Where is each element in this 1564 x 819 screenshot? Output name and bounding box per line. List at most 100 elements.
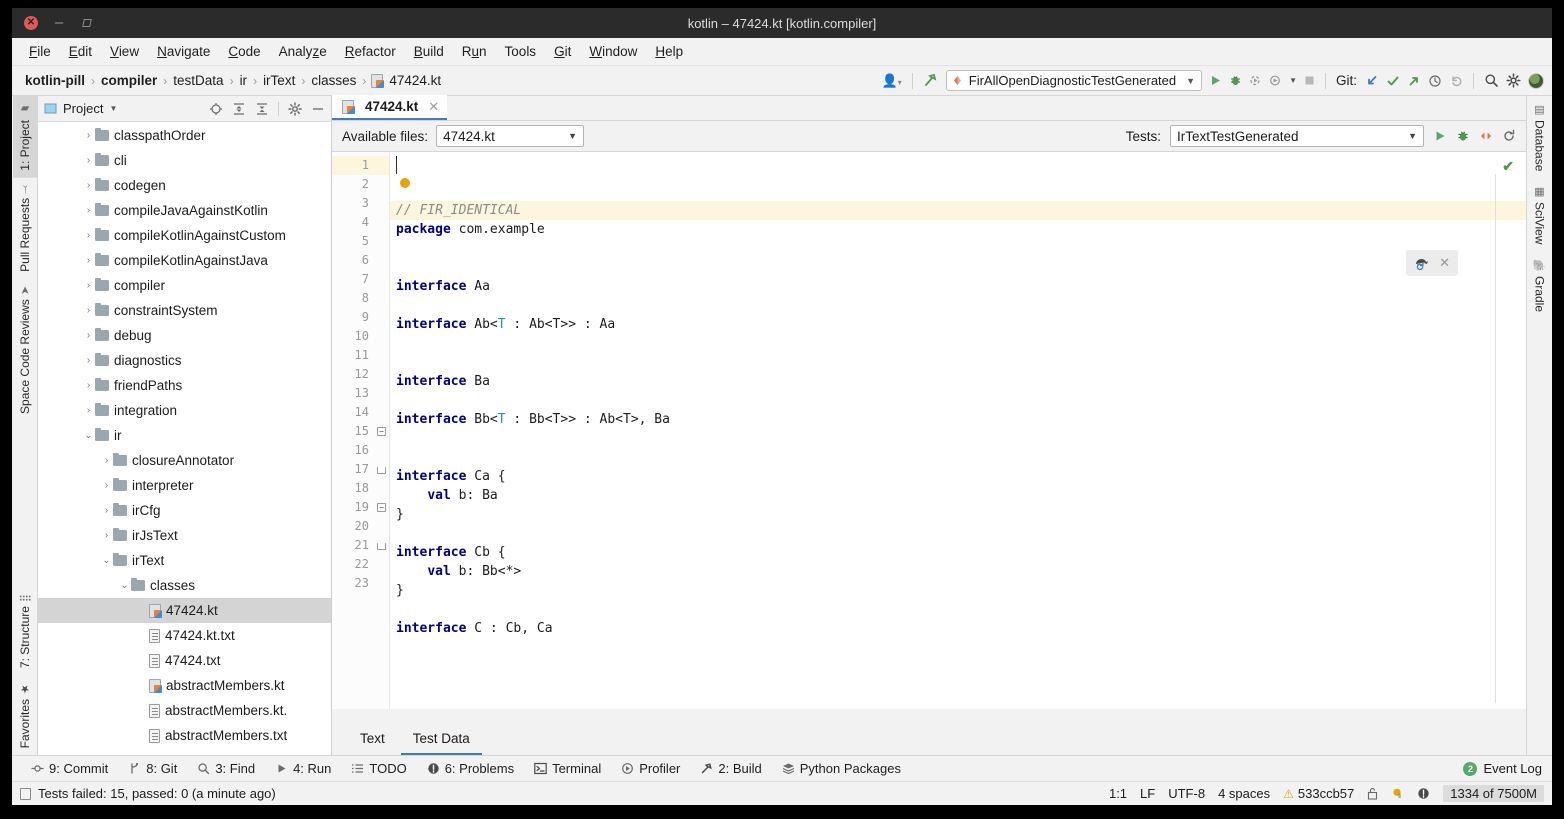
breadcrumb-item-0[interactable]: kotlin-pill <box>20 71 90 90</box>
chevron-right-icon[interactable]: › <box>82 230 95 241</box>
code-line[interactable]: interface Ab<T : Ab<T>> : Aa <box>390 315 1526 334</box>
git-commit-icon[interactable] <box>1386 74 1400 88</box>
sidebar-item-favorites[interactable]: Favorites ★ <box>13 675 37 755</box>
available-files-select[interactable]: 47424.kt ▼ <box>436 125 585 147</box>
gutter-line-number[interactable]: 3 <box>332 194 389 213</box>
editor-code[interactable]: // FIR_IDENTICAL package com.example inte… <box>390 152 1526 709</box>
chevron-right-icon[interactable]: › <box>82 205 95 216</box>
code-line[interactable]: interface C : Cb, Ca <box>390 619 1526 638</box>
status-message[interactable]: Tests failed: 15, passed: 0 (a minute ag… <box>38 786 276 801</box>
line-separator[interactable]: LF <box>1140 786 1155 801</box>
gutter-line-number[interactable]: 14 <box>332 403 389 422</box>
gutter-line-number[interactable]: 22 <box>332 555 389 574</box>
gutter-line-number[interactable]: 23 <box>332 574 389 593</box>
menu-run[interactable]: Run <box>453 41 496 62</box>
tree-item-debug[interactable]: › debug <box>38 323 331 348</box>
chevron-right-icon[interactable]: › <box>100 455 113 466</box>
tree-item-compilejavaagainstkotlin[interactable]: › compileJavaAgainstKotlin <box>38 198 331 223</box>
tree-item-compiler[interactable]: › compiler <box>38 273 331 298</box>
chevron-right-icon[interactable]: › <box>82 280 95 291</box>
editor-scrollbar[interactable] <box>1495 174 1496 703</box>
run-with-coverage-icon[interactable] <box>1249 74 1262 87</box>
refresh-icon[interactable] <box>1502 129 1516 143</box>
gutter-line-number[interactable]: 18 <box>332 479 389 498</box>
bottom-tool-find[interactable]: 3: Find <box>188 758 264 779</box>
debug-icon[interactable] <box>1229 74 1242 87</box>
search-icon[interactable] <box>1484 73 1499 88</box>
tree-item-47424-txt[interactable]: 47424.txt <box>38 648 331 673</box>
breadcrumb-item-2[interactable]: testData <box>168 71 228 90</box>
gradle-refresh-icon[interactable] <box>1414 256 1431 271</box>
inspections-ok-icon[interactable]: ✔ <box>1502 158 1514 175</box>
chevron-right-icon[interactable]: › <box>82 330 95 341</box>
caret-position[interactable]: 1:1 <box>1109 786 1127 801</box>
menu-window[interactable]: Window <box>580 41 646 62</box>
tree-item-friendpaths[interactable]: › friendPaths <box>38 373 331 398</box>
gutter-line-number[interactable]: 21 <box>332 536 389 555</box>
menu-edit[interactable]: Edit <box>60 41 101 62</box>
bottom-tool-terminal[interactable]: Terminal <box>525 758 610 779</box>
notification-icon[interactable] <box>1417 787 1430 800</box>
project-tree[interactable]: › classpathOrder › cli › codegen › compileJavaA… <box>38 122 331 755</box>
gutter-line-number[interactable]: 19− <box>332 498 389 517</box>
menu-help[interactable]: Help <box>646 41 692 62</box>
gutter-line-number[interactable]: 1 <box>332 156 389 175</box>
indent-setting[interactable]: 4 spaces <box>1218 786 1270 801</box>
code-line[interactable]: } <box>390 581 1526 600</box>
tree-item-classpathorder[interactable]: › classpathOrder <box>38 123 331 148</box>
menu-analyze[interactable]: Analyze <box>270 41 336 62</box>
breadcrumb-item-4[interactable]: irText <box>258 71 300 90</box>
chevron-down-icon[interactable]: ⌄ <box>100 555 113 566</box>
tree-item-diagnostics[interactable]: › diagnostics <box>38 348 331 373</box>
git-history-icon[interactable] <box>1428 74 1442 88</box>
chevron-right-icon[interactable]: › <box>82 380 95 391</box>
hide-icon[interactable] <box>311 102 325 116</box>
chevron-right-icon[interactable]: › <box>82 305 95 316</box>
gutter-line-number[interactable]: 5 <box>332 232 389 251</box>
profiler-icon[interactable] <box>1269 74 1282 87</box>
menu-refactor[interactable]: Refactor <box>336 41 405 62</box>
code-line[interactable]: } <box>390 505 1526 524</box>
code-line[interactable]: interface Cb { <box>390 543 1526 562</box>
git-branch-widget[interactable]: ⚠ 533ccb57 <box>1283 786 1354 801</box>
bottom-tool-git[interactable]: 8: Git <box>119 758 186 779</box>
tree-item-47424-kt[interactable]: 47424.kt <box>38 598 331 623</box>
tree-item-compilekotlinagainstjava[interactable]: › compileKotlinAgainstJava <box>38 248 331 273</box>
chevron-right-icon[interactable]: › <box>82 130 95 141</box>
tree-item-ir[interactable]: ⌄ ir <box>38 423 331 448</box>
bottom-tool-python-packages[interactable]: Python Packages <box>773 758 910 779</box>
tree-item-irtext[interactable]: ⌄ irText <box>38 548 331 573</box>
sidebar-item-structure[interactable]: 7: Structure ⣿ <box>13 587 37 675</box>
chevron-right-icon[interactable]: › <box>82 155 95 166</box>
code-editor[interactable]: 1 2 3 4 5 6 7 8 9 10 11 12 13 14 15−16 17 18 19−20 21 22 23 … <box>332 152 1526 709</box>
bottom-tool-commit[interactable]: 9: Commit <box>22 758 117 779</box>
chevron-right-icon[interactable]: › <box>100 505 113 516</box>
gutter-line-number[interactable]: 10 <box>332 327 389 346</box>
close-icon[interactable]: ✕ <box>428 99 439 115</box>
menu-git[interactable]: Git <box>545 41 580 62</box>
chevron-down-icon[interactable]: ⌄ <box>82 430 95 441</box>
chevron-down-icon[interactable]: ⌄ <box>118 580 131 591</box>
menu-view[interactable]: View <box>101 41 148 62</box>
menu-tools[interactable]: Tools <box>496 41 546 62</box>
bottom-tool-run[interactable]: 4: Run <box>266 758 340 779</box>
code-line[interactable] <box>390 429 1526 448</box>
tree-item-abstractmembers-txt[interactable]: abstractMembers.txt <box>38 723 331 748</box>
breadcrumb-item-1[interactable]: compiler <box>96 71 162 90</box>
gutter-line-number[interactable]: 11 <box>332 346 389 365</box>
code-line[interactable]: val b: Ba <box>390 486 1526 505</box>
tree-item-codegen[interactable]: › codegen <box>38 173 331 198</box>
gutter-line-number[interactable]: 6 <box>332 251 389 270</box>
breadcrumb-item-6[interactable]: 47424.kt <box>388 71 446 90</box>
tree-item-closureannotator[interactable]: › closureAnnotator <box>38 448 331 473</box>
code-line[interactable] <box>390 296 1526 315</box>
gutter-line-number[interactable]: 17 <box>332 460 389 479</box>
diff-icon[interactable] <box>1479 129 1493 143</box>
gutter-line-number[interactable]: 15− <box>332 422 389 441</box>
menu-build[interactable]: Build <box>405 41 453 62</box>
close-icon[interactable]: ✕ <box>1439 255 1450 271</box>
editor-gutter[interactable]: 1 2 3 4 5 6 7 8 9 10 11 12 13 14 15−16 17 18 19−20 21 22 23 <box>332 152 390 709</box>
inspection-level-icon[interactable] <box>1391 787 1404 800</box>
gradle-sync-popup[interactable]: ✕ <box>1406 250 1458 276</box>
fold-end-icon[interactable] <box>377 467 386 474</box>
